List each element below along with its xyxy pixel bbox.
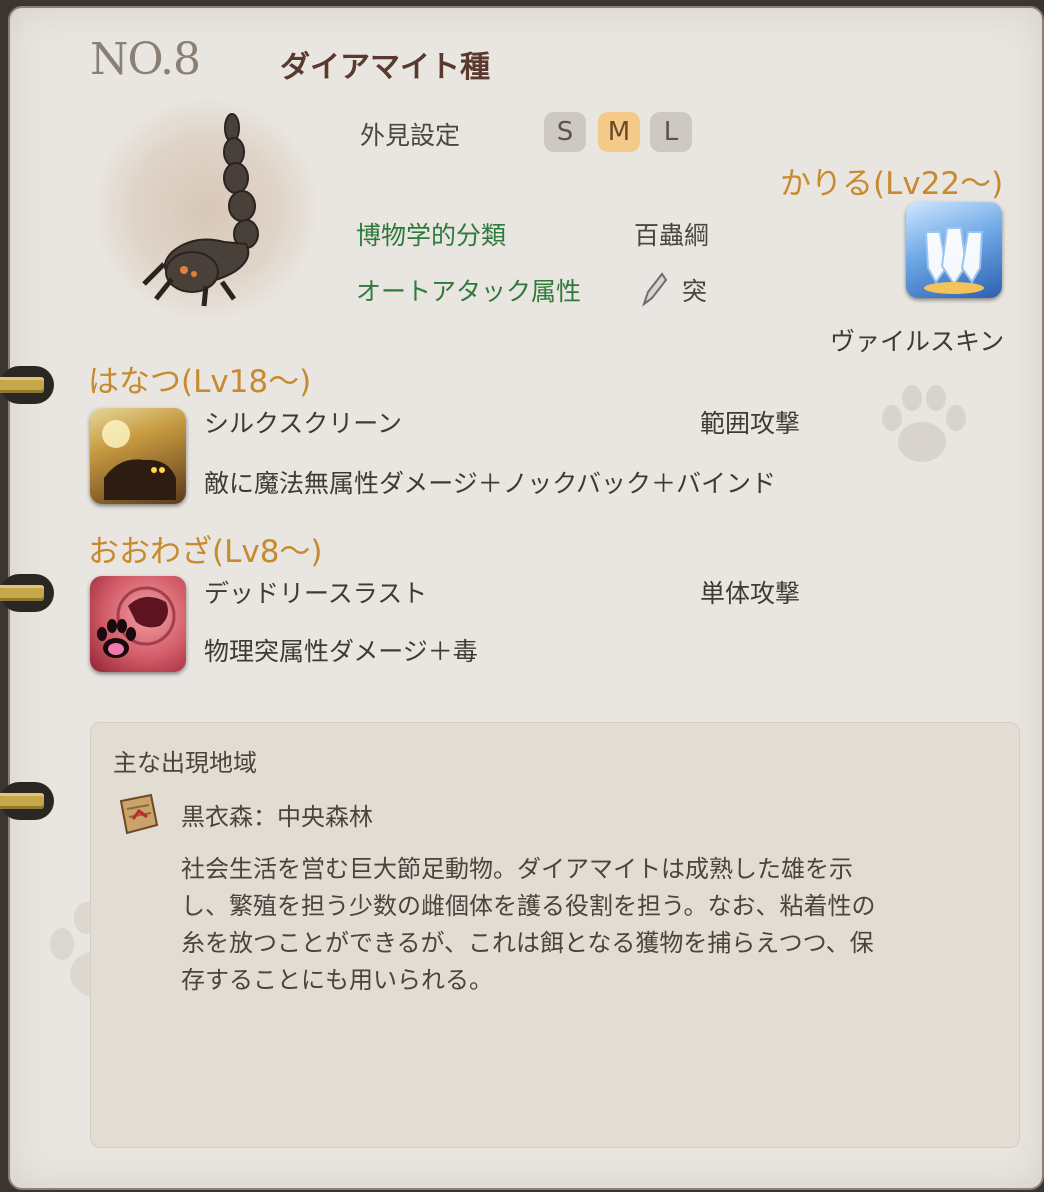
size-s-button[interactable]: S [544, 112, 586, 152]
binder-ring [0, 782, 54, 820]
auto-attack-value: 突 [682, 277, 708, 306]
beast-paw-icon [97, 586, 176, 658]
size-l-button[interactable]: L [650, 112, 692, 152]
hanatsu-description: 敵に魔法無属性ダメージ＋ノックバック＋バインド [204, 469, 777, 498]
habitat-label: 主な出現地域 [113, 749, 257, 777]
classification-value: 百蟲綱 [634, 221, 710, 250]
shield-crystal-icon [924, 227, 984, 294]
diremite-image [142, 113, 259, 307]
hanatsu-skill-type: 範囲攻撃 [700, 409, 801, 438]
hanatsu-skill-name: シルクスクリーン [204, 409, 403, 438]
kariru-skill-name: ヴァイルスキン [830, 327, 1005, 356]
vile-skin-icon[interactable] [906, 202, 1002, 298]
piercing-icon [642, 272, 668, 307]
oowaza-skill-type: 単体攻撃 [700, 579, 801, 608]
description-line: 糸を放つことができるが、これは餌となる獲物を捕らえつつ、保 [181, 929, 874, 957]
binder-ring [0, 574, 54, 612]
oowaza-description: 物理突属性ダメージ＋毒 [204, 637, 478, 666]
size-m-button[interactable]: M [598, 112, 640, 152]
minion-title: ダイアマイト種 [280, 50, 490, 85]
deadly-thrust-skill-icon[interactable] [90, 576, 186, 672]
kariru-header: かりる(Lv22～) [780, 166, 1004, 202]
binder-ring [0, 366, 54, 404]
oowaza-header: おおわざ(Lv8～) [88, 534, 323, 570]
description-line: し、繁殖を担う少数の雌個体を護る役割を担う。なお、粘着性の [181, 892, 876, 920]
appearance-label: 外見設定 [360, 121, 461, 150]
scroll-map-icon [119, 793, 159, 835]
creature-portrait [94, 94, 318, 326]
habitat-location: 黒衣森：中央森林 [181, 803, 373, 831]
description-line: 存することにも用いられる。 [181, 966, 493, 994]
auto-attack-label: オートアタック属性 [356, 277, 582, 306]
entry-number: NO.8 [90, 34, 201, 85]
hanatsu-header: はなつ(Lv18～) [88, 364, 312, 400]
journal-page: NO.8 ダイアマイト種 外見設定 S M L かりる(Lv22～) ヴァイルス… [0, 6, 1044, 1190]
classification-label: 博物学的分類 [356, 221, 507, 250]
oowaza-skill-name: デッドリースラスト [204, 579, 428, 608]
silk-screen-skill-icon[interactable] [90, 408, 186, 504]
description-line: 社会生活を営む巨大節足動物。ダイアマイトは成熟した雄を示 [181, 855, 853, 883]
paw-watermark-icon [882, 385, 966, 462]
silk-screen-icon [102, 420, 176, 500]
habitat-description: 社会生活を営む巨大節足動物。ダイアマイトは成熟した雄を示 し、繁殖を担う少数の雌… [181, 851, 876, 999]
habitat-panel: 主な出現地域 黒衣森：中央森林 社会生活を営む巨大節足動物。ダイアマイトは成熟し… [90, 722, 1020, 1148]
